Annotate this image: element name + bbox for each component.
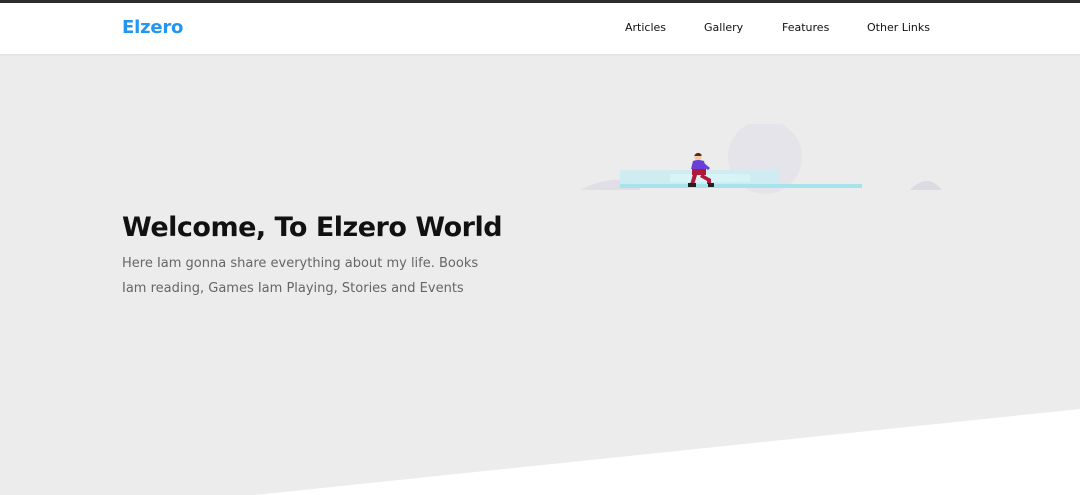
- site-header: Elzero Articles Gallery Features Other L…: [0, 3, 1080, 54]
- logo[interactable]: Elzero: [122, 17, 183, 38]
- nav-link-gallery[interactable]: Gallery: [704, 21, 743, 34]
- landing-hero: Welcome, To Elzero World Here Iam gonna …: [0, 54, 1080, 495]
- nav-link-features[interactable]: Features: [782, 21, 829, 34]
- bottom-slant-shape: [255, 409, 1080, 495]
- nav-link-articles[interactable]: Articles: [625, 21, 666, 34]
- nav-link-other-links[interactable]: Other Links: [867, 21, 930, 34]
